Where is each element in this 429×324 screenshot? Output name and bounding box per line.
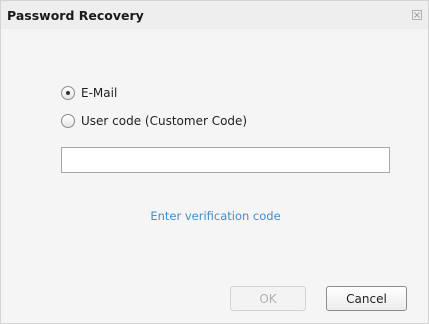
- close-icon[interactable]: [410, 7, 424, 21]
- dialog-title: Password Recovery: [7, 8, 144, 23]
- password-recovery-dialog: Password Recovery E-Mail User code (Cust…: [0, 0, 429, 324]
- radio-option-user-code[interactable]: User code (Customer Code): [61, 112, 247, 130]
- title-bar: Password Recovery: [1, 1, 428, 29]
- cancel-button[interactable]: Cancel: [326, 286, 407, 311]
- email-radio-label: E-Mail: [81, 86, 118, 100]
- user-code-radio-label: User code (Customer Code): [81, 114, 248, 128]
- radio-option-email[interactable]: E-Mail: [61, 84, 117, 102]
- user-code-radio-button[interactable]: [61, 114, 75, 128]
- enter-verification-code-link[interactable]: Enter verification code: [1, 209, 429, 223]
- email-radio-button[interactable]: [61, 86, 75, 100]
- recovery-input[interactable]: [61, 147, 390, 173]
- ok-button[interactable]: OK: [230, 286, 306, 311]
